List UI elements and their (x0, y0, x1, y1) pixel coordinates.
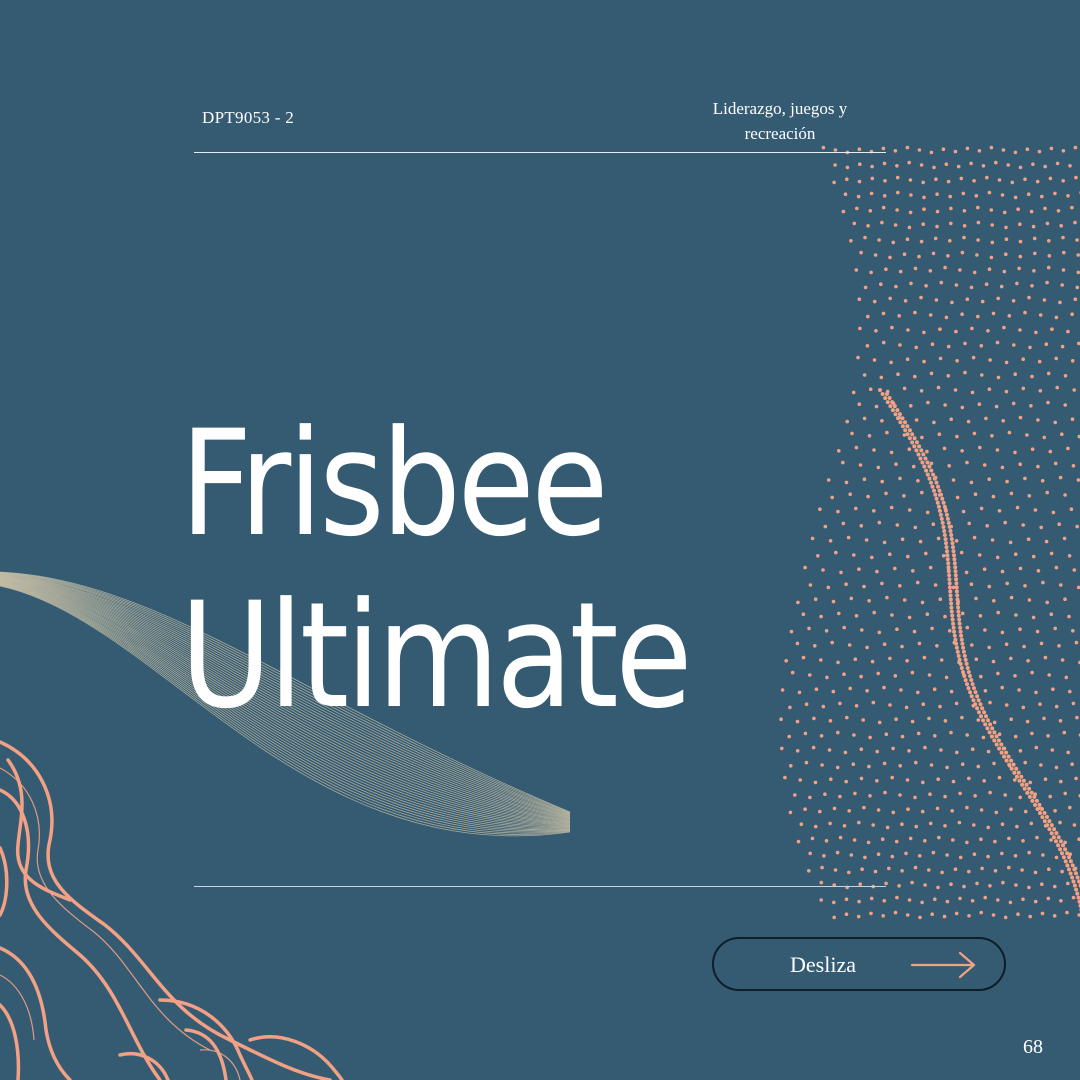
arrow-right-icon (910, 951, 976, 979)
page-title: Frisbee Ultimate (180, 398, 693, 742)
slide: DPT9053 - 2 Liderazgo, juegos y recreaci… (0, 0, 1080, 1080)
subject-title-line2: recreación (744, 124, 816, 143)
bottom-divider (194, 886, 886, 887)
swipe-button[interactable]: Desliza (712, 937, 1006, 991)
title-line2: Ultimate (180, 571, 693, 741)
course-code: DPT9053 - 2 (202, 108, 295, 127)
subject-title-line1: Liderazgo, juegos y (712, 99, 848, 118)
title-line1: Frisbee (180, 399, 609, 569)
top-divider (194, 152, 886, 153)
page-number: 68 (1023, 1036, 1043, 1058)
swipe-button-label: Desliza (790, 952, 856, 977)
subject-title: Liderazgo, juegos y recreación (680, 96, 880, 146)
